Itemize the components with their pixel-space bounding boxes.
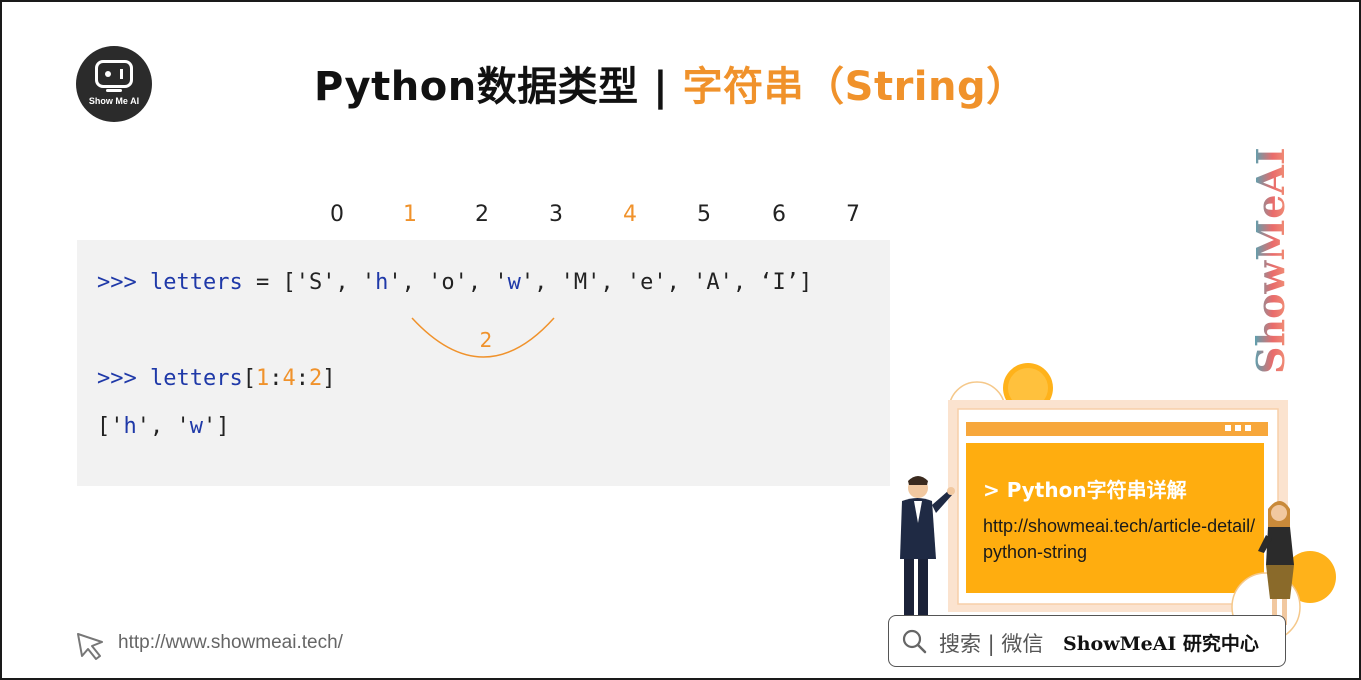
watermark-text: ShowMeAI — [1248, 147, 1293, 374]
index-label: 7 — [846, 202, 860, 227]
var-name: letters — [150, 366, 243, 391]
card-title[interactable]: > Python字符串详解 — [983, 474, 1187, 503]
search-brand: ShowMeAI 研究中心 — [1063, 633, 1259, 655]
wechat-search-box[interactable]: 搜索 | 微信 ShowMeAI 研究中心 — [888, 615, 1286, 667]
footer-url[interactable]: http://www.showmeai.tech/ — [118, 632, 343, 654]
index-row: 0 1 2 3 4 5 6 7 — [0, 202, 900, 232]
prompt: >>> — [97, 270, 137, 295]
index-label: 3 — [549, 202, 563, 227]
search-icon — [902, 629, 927, 654]
output-char: h — [123, 414, 137, 439]
step-label: 2 — [479, 328, 493, 352]
var-name: letters — [150, 270, 243, 295]
code-line-assignment: >>> letters = ['S', 'h', 'o', 'w', 'M', … — [97, 270, 813, 295]
index-label: 2 — [475, 202, 489, 227]
slice-start: 1 — [255, 366, 270, 391]
logo-text: Show Me AI — [88, 96, 140, 106]
index-label: 5 — [697, 202, 711, 227]
code-line-slice: >>> letters[1:4:2] — [97, 366, 336, 391]
showmeai-watermark: ShowMeAI — [1248, 147, 1293, 374]
card-url[interactable]: http://showmeai.tech/article-detail/pyth… — [983, 513, 1258, 565]
title-highlight: 字符串（String） — [682, 64, 1027, 110]
index-label: 4 — [623, 202, 637, 227]
output-char: w — [189, 414, 203, 439]
title-main: Python数据类型 | — [314, 64, 683, 110]
selected-char: h — [375, 270, 389, 295]
page-title: Python数据类型 | 字符串（String） — [314, 54, 1027, 112]
promo-illustration — [900, 363, 1336, 642]
index-label: 0 — [330, 202, 344, 227]
cursor-icon — [77, 633, 103, 660]
code-line-output: ['h', 'w'] — [97, 414, 230, 439]
index-label: 6 — [772, 202, 786, 227]
index-label: 1 — [403, 202, 417, 227]
showmeai-logo: Show Me AI — [76, 46, 152, 122]
search-text: 搜索 | 微信 — [939, 632, 1044, 656]
man-figure — [900, 476, 955, 626]
prompt: >>> — [97, 366, 137, 391]
robot-face-icon — [95, 60, 133, 88]
slice-step: 2 — [308, 366, 323, 391]
selected-char: w — [507, 270, 521, 295]
slice-stop: 4 — [282, 366, 296, 391]
